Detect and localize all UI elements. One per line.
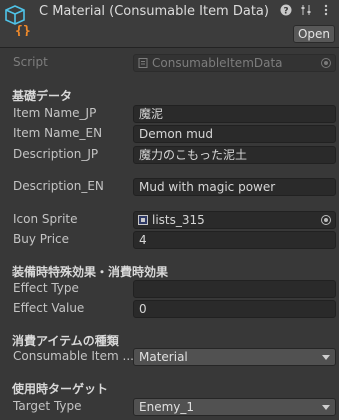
effect-type-row: Effect Type xyxy=(0,280,339,298)
target-type-label: Target Type xyxy=(13,399,82,413)
description-en-input[interactable]: Mud with magic power xyxy=(133,178,336,196)
item-name-jp-label: Item Name_JP xyxy=(13,106,97,120)
icon-sprite-row: Icon Sprite lists_315 xyxy=(0,211,339,229)
svg-text:?: ? xyxy=(283,7,288,17)
target-type-dropdown[interactable]: Enemy_1 xyxy=(133,398,336,416)
help-icon[interactable]: ? xyxy=(279,3,293,17)
description-jp-label: Description_JP xyxy=(13,147,99,161)
buy-price-input[interactable]: 4 xyxy=(133,231,336,249)
description-en-label: Description_EN xyxy=(13,179,104,193)
icon-sprite-field[interactable]: lists_315 xyxy=(133,211,336,229)
target-type-row: Target Type Enemy_1 xyxy=(0,398,339,416)
buy-price-label: Buy Price xyxy=(13,232,70,246)
target-type-value: Enemy_1 xyxy=(139,400,194,414)
section-target: 使用時ターゲット xyxy=(12,382,109,396)
effect-type-input[interactable] xyxy=(133,280,336,298)
section-effect: 装備時特殊効果・消費時効果 xyxy=(12,265,169,279)
effect-value-row: Effect Value 0 xyxy=(0,300,339,318)
buy-price-row: Buy Price 4 xyxy=(0,231,339,249)
more-options-icon[interactable] xyxy=(319,3,333,17)
open-button[interactable]: Open xyxy=(293,25,335,43)
item-name-en-input[interactable]: Demon mud xyxy=(133,125,336,143)
consumable-item-row: Consumable Item ... Material xyxy=(0,348,339,366)
inspector-title: C Material (Consumable Item Data) xyxy=(39,4,269,19)
description-jp-input[interactable]: 魔力のこもった泥土 xyxy=(133,146,336,164)
inspector-header: {} C Material (Consumable Item Data) ? O… xyxy=(0,0,339,48)
svg-text:{}: {} xyxy=(15,24,31,36)
object-picker-icon[interactable] xyxy=(321,215,331,225)
description-en-row: Description_EN Mud with magic power xyxy=(0,178,339,196)
item-name-en-label: Item Name_EN xyxy=(13,126,103,140)
script-value: ConsumableItemData xyxy=(152,56,283,70)
script-label: Script xyxy=(13,55,48,69)
consumable-item-label: Consumable Item ... xyxy=(13,349,134,363)
icon-sprite-value: lists_315 xyxy=(152,213,205,227)
consumable-item-value: Material xyxy=(139,350,188,364)
script-field: ConsumableItemData xyxy=(133,54,336,72)
item-name-jp-row: Item Name_JP 魔泥 xyxy=(0,105,339,123)
chevron-down-icon xyxy=(322,355,330,360)
sprite-icon xyxy=(138,215,148,225)
item-name-en-row: Item Name_EN Demon mud xyxy=(0,125,339,143)
item-name-jp-input[interactable]: 魔泥 xyxy=(133,105,336,123)
section-consumable-kind: 消費アイテムの種類 xyxy=(12,334,119,348)
script-row: Script ConsumableItemData xyxy=(0,54,339,72)
effect-type-label: Effect Type xyxy=(13,281,79,295)
chevron-down-icon xyxy=(322,405,330,410)
scriptable-object-icon: {} xyxy=(5,5,31,36)
description-jp-row: Description_JP 魔力のこもった泥土 xyxy=(0,146,339,164)
consumable-item-dropdown[interactable]: Material xyxy=(133,348,336,366)
script-file-icon xyxy=(138,58,148,68)
icon-sprite-label: Icon Sprite xyxy=(13,212,78,226)
effect-value-input[interactable]: 0 xyxy=(133,300,336,318)
effect-value-label: Effect Value xyxy=(13,301,85,315)
settings-sliders-icon[interactable] xyxy=(299,3,313,17)
object-picker-icon xyxy=(321,58,331,68)
section-basic-data: 基礎データ xyxy=(12,89,73,103)
